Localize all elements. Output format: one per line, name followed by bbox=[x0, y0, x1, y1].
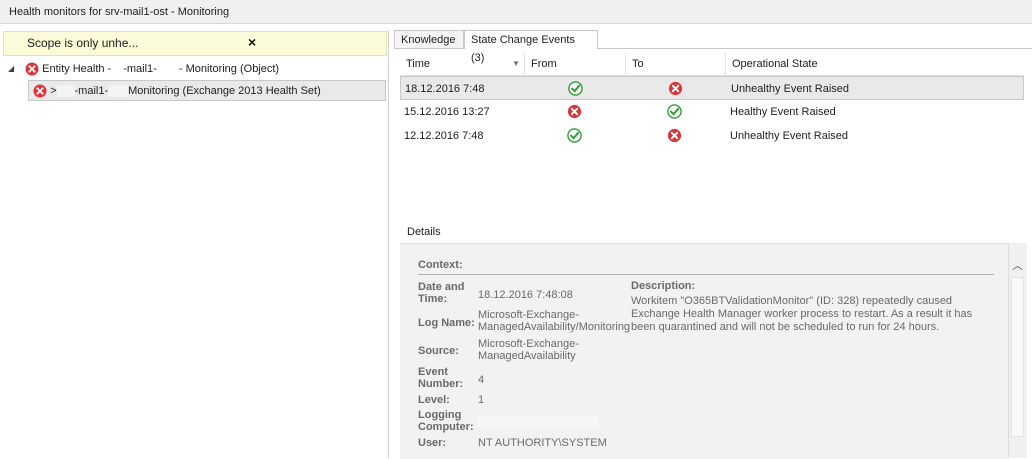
scroll-thumb[interactable] bbox=[1011, 277, 1024, 437]
cell-from bbox=[567, 128, 582, 144]
cell-to bbox=[667, 128, 682, 144]
redacted-text bbox=[56, 85, 75, 98]
details-scrollbar[interactable]: ︿ bbox=[1008, 243, 1027, 458]
tree-pane: Scope is only unhe... × ◢ Entity Health … bbox=[0, 30, 389, 458]
tab-knowledge[interactable]: Knowledge bbox=[394, 30, 464, 48]
detail-pane: Knowledge State Change Events (3) Time ▼… bbox=[394, 30, 1032, 459]
date-time-value: 18.12.2016 7:48:08 bbox=[478, 289, 573, 301]
scope-banner: Scope is only unhe... × bbox=[3, 31, 387, 56]
tree-item-exchange-health-set[interactable]: > -mail1- Monitoring (Exchange 2013 Health… bbox=[28, 80, 386, 101]
tab-strip: Knowledge State Change Events (3) bbox=[394, 30, 1032, 64]
scroll-up-icon[interactable]: ︿ bbox=[1012, 257, 1023, 273]
logging-computer-value bbox=[478, 417, 630, 430]
details-heading: Details bbox=[407, 226, 441, 238]
healthy-check-icon bbox=[568, 81, 583, 96]
cell-operational-state: Unhealthy Event Raised bbox=[731, 83, 850, 95]
cell-time: 12.12.2016 7:48 bbox=[404, 130, 484, 142]
cell-operational-state: Healthy Event Raised bbox=[730, 106, 836, 118]
level-value: 1 bbox=[478, 394, 485, 406]
error-icon bbox=[25, 62, 39, 76]
error-icon bbox=[567, 104, 582, 119]
scope-text: Scope is only unhe... bbox=[27, 36, 139, 50]
grid-header: Time ▼ From To Operational State bbox=[400, 53, 1024, 76]
log-name-value: Microsoft-Exchange-ManagedAvailability/M… bbox=[478, 309, 631, 333]
cell-from bbox=[567, 104, 582, 120]
source-label: Source: bbox=[418, 345, 459, 357]
column-label: Time bbox=[406, 58, 431, 70]
cell-to bbox=[667, 104, 682, 120]
logging-computer-label: Logging Computer: bbox=[418, 409, 474, 433]
window-title: Health monitors for srv-mail1-ost - Moni… bbox=[0, 0, 1032, 24]
date-time-label: Date and Time: bbox=[418, 281, 465, 305]
description-text: Workitem "O365BTValidationMonitor" (ID: … bbox=[631, 295, 973, 333]
healthy-check-icon bbox=[667, 104, 682, 119]
events-grid: Time ▼ From To Operational State 18.12.2… bbox=[400, 53, 1024, 148]
error-icon bbox=[33, 84, 47, 98]
cell-time: 18.12.2016 7:48 bbox=[405, 83, 485, 95]
error-icon bbox=[668, 81, 683, 96]
table-row[interactable]: 12.12.2016 7:48 Unhealthy Event Raised bbox=[400, 124, 1024, 148]
event-number-value: 4 bbox=[478, 374, 485, 386]
redacted-text bbox=[478, 417, 598, 427]
level-label: Level: bbox=[418, 394, 450, 406]
cell-from bbox=[568, 81, 583, 97]
redacted-text bbox=[108, 85, 129, 98]
tree-item-label-mid: -mail1- bbox=[74, 85, 109, 97]
expand-triangle-icon[interactable]: ◢ bbox=[8, 59, 22, 79]
table-row[interactable]: 18.12.2016 7:48 Unhealthy Event Raised bbox=[400, 76, 1024, 100]
tree-item-label-mid: -mail1- bbox=[123, 63, 157, 75]
redacted-text bbox=[111, 63, 124, 76]
tab-state-change-events[interactable]: State Change Events (3) bbox=[464, 30, 598, 64]
user-value: NT AUTHORITY\SYSTEM bbox=[478, 437, 607, 449]
healthy-check-icon bbox=[567, 128, 582, 143]
close-icon[interactable]: × bbox=[248, 34, 256, 50]
tree-item-label-prefix: Entity Health - bbox=[42, 63, 112, 75]
source-value: Microsoft-Exchange-ManagedAvailability bbox=[478, 338, 579, 362]
tree-item-label-suffix: - Monitoring (Object) bbox=[178, 63, 280, 75]
event-number-label: Event Number: bbox=[418, 366, 464, 390]
cell-to bbox=[668, 81, 683, 97]
sort-descending-icon: ▼ bbox=[512, 59, 520, 68]
column-header-operational-state[interactable]: Operational State bbox=[726, 53, 1024, 75]
log-name-label: Log Name: bbox=[418, 317, 475, 329]
user-label: User: bbox=[418, 437, 447, 449]
redacted-text bbox=[156, 63, 179, 76]
context-label: Context: bbox=[418, 259, 463, 271]
context-divider bbox=[418, 274, 994, 275]
description-label: Description: bbox=[631, 280, 696, 292]
table-row[interactable]: 15.12.2016 13:27 Healthy Event Raised bbox=[400, 100, 1024, 124]
cell-time: 15.12.2016 13:27 bbox=[404, 106, 490, 118]
column-header-from[interactable]: From bbox=[525, 53, 626, 75]
column-header-to[interactable]: To bbox=[626, 53, 726, 75]
tree-item-entity-health[interactable]: ◢ Entity Health - -mail1- - Monitoring (Ob… bbox=[8, 59, 279, 79]
tree-item-label-suffix: Monitoring (Exchange 2013 Health Set) bbox=[128, 85, 321, 97]
grid-body: 18.12.2016 7:48 Unhealthy Event Raised 15.… bbox=[400, 76, 1024, 148]
details-panel: Context: Date and Time: 18.12.2016 7:48:… bbox=[400, 243, 1008, 459]
cell-operational-state: Unhealthy Event Raised bbox=[730, 130, 849, 142]
error-icon bbox=[667, 128, 682, 143]
column-header-time[interactable]: Time ▼ bbox=[400, 53, 525, 75]
